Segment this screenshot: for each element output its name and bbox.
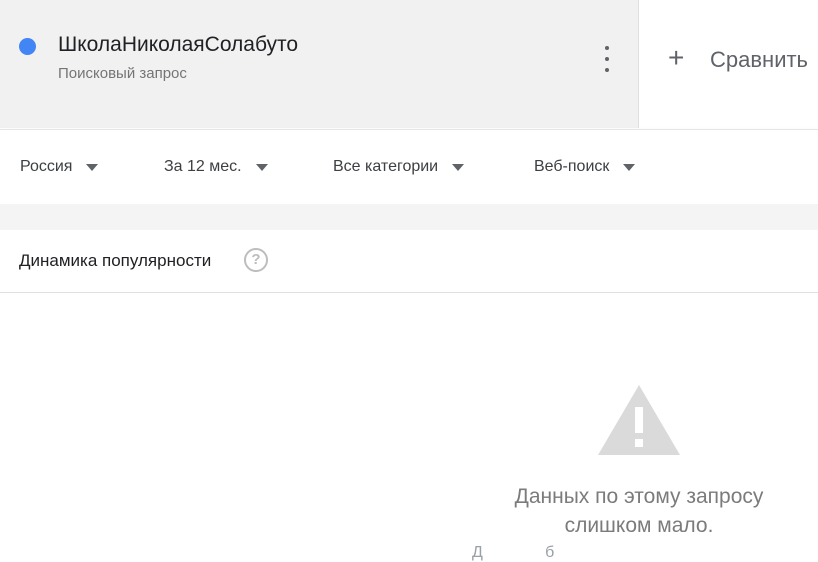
- filter-category[interactable]: Все категории: [333, 158, 465, 176]
- filter-region[interactable]: Россия: [20, 158, 99, 176]
- empty-state-line-3: Д б: [472, 544, 555, 561]
- dropdown-arrow-icon: [623, 163, 636, 171]
- filter-region-label: Россия: [20, 158, 73, 175]
- plus-icon: +: [668, 42, 685, 73]
- question-icon[interactable]: ?: [244, 248, 268, 272]
- term-color-dot: [19, 38, 36, 55]
- section-divider: [0, 204, 818, 230]
- filter-category-label: Все категории: [333, 158, 439, 175]
- empty-state-line-2: слишком мало.: [564, 514, 714, 537]
- filter-period-label: За 12 мес.: [164, 158, 242, 175]
- filter-search-type[interactable]: Веб-поиск: [534, 158, 636, 176]
- empty-state-message: Данных по этому запросу слишком мало.: [480, 482, 798, 540]
- filter-period[interactable]: За 12 мес.: [164, 158, 268, 176]
- filter-search-type-label: Веб-поиск: [534, 158, 610, 175]
- search-term-card[interactable]: ШколаНиколаяСолабуто Поисковый запрос: [0, 0, 639, 128]
- dropdown-arrow-icon: [452, 163, 465, 171]
- dropdown-arrow-icon: [86, 163, 99, 171]
- compare-label: Сравнить: [710, 47, 809, 72]
- search-term-title: ШколаНиколаяСолабуто: [58, 33, 299, 56]
- filters-bar: Россия За 12 мес. Все категории Веб-поис…: [0, 129, 818, 204]
- warning-icon: [598, 385, 680, 455]
- empty-state-line-1: Данных по этому запросу: [514, 485, 764, 508]
- search-term-subtitle: Поисковый запрос: [58, 65, 187, 82]
- more-options-icon[interactable]: [598, 46, 616, 72]
- section-title: Динамика популярности: [19, 251, 212, 270]
- dropdown-arrow-icon: [255, 163, 268, 171]
